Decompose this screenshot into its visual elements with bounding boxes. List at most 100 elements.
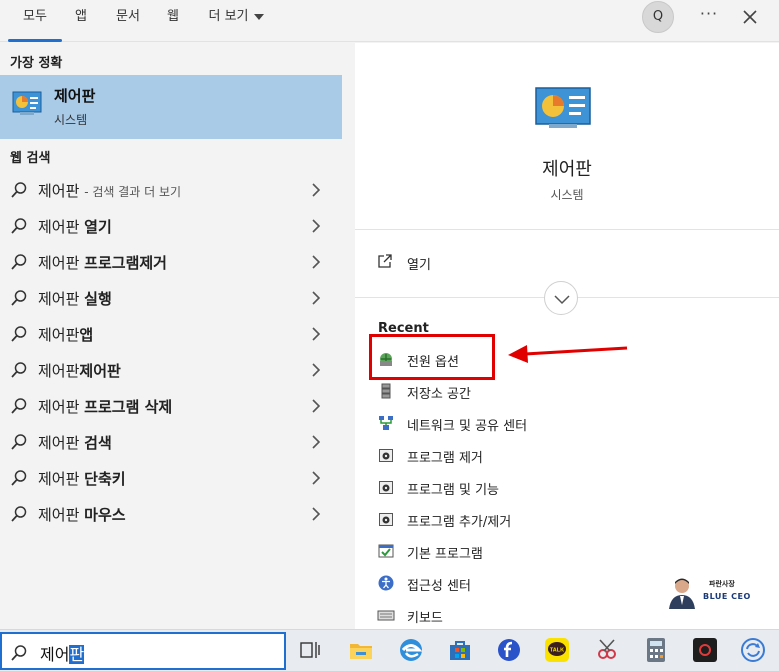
web-result-row[interactable]: 제어판 검색 [0, 424, 342, 460]
programs-icon [379, 449, 393, 462]
kakaotalk-icon[interactable]: TALK [544, 637, 570, 663]
search-icon [11, 218, 27, 234]
snipping-tool-icon[interactable] [594, 637, 620, 663]
recent-item[interactable]: 프로그램 제거 [377, 441, 757, 469]
web-result-row[interactable]: 제어판 단축키 [0, 460, 342, 496]
keyboard-icon [377, 610, 395, 621]
web-result-query: 제어판 [38, 326, 80, 344]
web-result-suggestion: 실행 [84, 290, 112, 308]
chevron-right-icon [312, 255, 321, 269]
tab-documents[interactable]: 문서 [108, 0, 148, 42]
web-result-row[interactable]: 제어판제어판 [0, 352, 342, 388]
watermark-line2: BLUE CEO [703, 592, 751, 601]
svg-text:TALK: TALK [550, 648, 564, 654]
web-result-query: 제어판 [38, 290, 85, 308]
finance-app-icon[interactable] [496, 637, 522, 663]
tab-documents-label: 문서 [116, 9, 140, 24]
microsoft-store-icon[interactable] [447, 637, 473, 663]
web-result-suggestion: 단축키 [84, 470, 126, 488]
search-filter-bar: 모두 앱 문서 웹 더 보기 Q ··· [0, 0, 779, 42]
web-result-suggestion: 앱 [79, 326, 94, 344]
chevron-right-icon [312, 219, 321, 233]
search-icon [11, 470, 27, 486]
tab-apps[interactable]: 앱 [66, 0, 96, 42]
chevron-right-icon [312, 363, 321, 377]
tab-web[interactable]: 웹 [160, 0, 186, 42]
web-result-query: 제어판 [38, 506, 85, 524]
task-view-icon[interactable] [297, 637, 323, 663]
preview-subtitle: 시스템 [550, 188, 584, 202]
sync-app-icon[interactable] [740, 637, 766, 663]
recent-item[interactable]: 프로그램 및 기능 [377, 473, 757, 501]
search-icon [11, 290, 27, 306]
web-result-suggestion: 마우스 [84, 506, 126, 524]
tab-more[interactable]: 더 보기 [203, 0, 269, 42]
programs-icon [379, 513, 393, 526]
recent-item-label: 접근성 센터 [407, 579, 471, 594]
annotation-highlight-box [369, 334, 495, 380]
search-icon [11, 326, 27, 342]
web-result-query: 제어판 [38, 470, 85, 488]
web-result-text: 제어판 실행 [38, 288, 112, 309]
web-result-query: 제어판 [38, 398, 85, 416]
recent-item[interactable]: 네트워크 및 공유 센터 [377, 409, 757, 437]
watermark-logo: 파란사장 BLUE CEO [665, 575, 777, 609]
recent-item[interactable]: 저장소 공간 [377, 377, 757, 405]
tab-web-label: 웹 [167, 9, 179, 24]
best-match-control-panel[interactable]: 제어판 시스템 [0, 75, 342, 139]
web-result-query: 제어판 [38, 434, 85, 452]
open-label: 열기 [407, 258, 431, 273]
calculator-icon[interactable] [643, 637, 669, 663]
recent-item-label: 프로그램 추가/제거 [407, 515, 512, 530]
file-explorer-icon[interactable] [348, 637, 374, 663]
search-input[interactable]: 제어판 [40, 641, 85, 665]
edge-browser-icon[interactable] [398, 637, 424, 663]
web-result-row[interactable]: 제어판 프로그램 삭제 [0, 388, 342, 424]
search-typed-text: 제어 [40, 645, 70, 664]
web-result-text: 제어판 열기 [38, 216, 112, 237]
web-result-text: 제어판앱 [38, 324, 93, 345]
web-result-text: 제어판 검색 [38, 432, 112, 453]
best-match-heading: 가장 정확 [10, 56, 63, 71]
best-match-subtitle: 시스템 [54, 113, 88, 127]
web-result-row[interactable]: 제어판앱 [0, 316, 342, 352]
web-result-text: 제어판 마우스 [38, 504, 126, 525]
more-options-button[interactable]: ··· [696, 2, 722, 30]
web-result-text: 제어판 단축키 [38, 468, 126, 489]
search-icon [11, 362, 27, 378]
chevron-right-icon [312, 183, 321, 197]
web-result-row[interactable]: 제어판 프로그램제거 [0, 244, 342, 280]
media-app-icon[interactable] [692, 637, 718, 663]
expand-button[interactable] [544, 281, 578, 315]
web-result-row[interactable]: 제어판 열기 [0, 208, 342, 244]
search-selected-text: 판 [69, 645, 85, 664]
taskbar-search-box[interactable]: 제어판 [0, 632, 286, 670]
recent-item-label: 키보드 [407, 611, 443, 626]
web-result-suggestion: 제어판 [79, 362, 121, 380]
web-result-query: 제어판 [38, 254, 85, 272]
search-icon [11, 434, 27, 450]
open-external-icon [378, 254, 392, 268]
close-button[interactable] [738, 2, 762, 30]
recent-item[interactable]: 프로그램 추가/제거 [377, 505, 757, 533]
tab-apps-label: 앱 [75, 9, 87, 24]
best-match-title: 제어판 [54, 87, 96, 105]
account-avatar[interactable]: Q [642, 1, 674, 33]
chevron-right-icon [312, 435, 321, 449]
recent-item-label: 네트워크 및 공유 센터 [407, 419, 528, 434]
annotation-arrow-icon [508, 345, 628, 363]
web-result-query: 제어판 [38, 362, 80, 380]
search-icon [11, 645, 27, 661]
recent-item-label: 저장소 공간 [407, 387, 471, 402]
web-result-row[interactable]: 제어판 - 검색 결과 더 보기 [0, 172, 342, 208]
web-result-text: 제어판 프로그램 삭제 [38, 396, 172, 417]
default-programs-icon [378, 544, 394, 558]
web-result-row[interactable]: 제어판 실행 [0, 280, 342, 316]
recent-item-label: 기본 프로그램 [407, 547, 483, 562]
chevron-right-icon [312, 291, 321, 305]
recent-item[interactable]: 기본 프로그램 [377, 537, 757, 565]
tab-all[interactable]: 모두 [0, 0, 70, 42]
web-result-row[interactable]: 제어판 마우스 [0, 496, 342, 532]
programs-icon [379, 481, 393, 494]
web-result-text: 제어판 프로그램제거 [38, 252, 167, 273]
